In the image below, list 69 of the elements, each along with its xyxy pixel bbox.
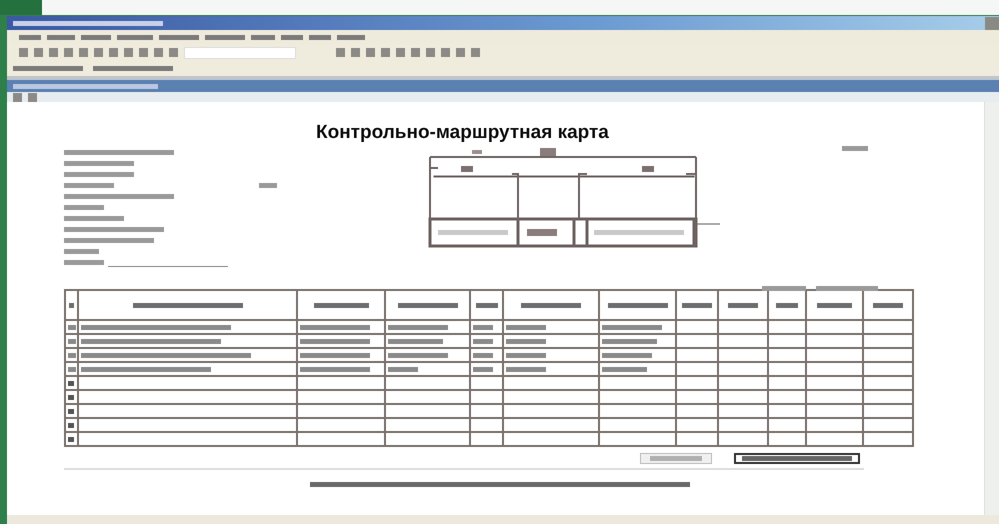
primary-button[interactable] (734, 453, 860, 464)
blurred-text (473, 324, 493, 330)
blurred-text (281, 34, 303, 40)
blurred-text (68, 324, 76, 330)
blurred-text (506, 324, 546, 330)
blurred-text (602, 366, 647, 372)
blurred-text (64, 249, 99, 254)
blurred-text (64, 183, 114, 188)
blurred-text (473, 352, 493, 358)
blurred-text (314, 302, 368, 308)
blurred-text (506, 338, 546, 344)
blurred-text (68, 394, 74, 400)
input-field[interactable] (184, 46, 296, 58)
blurred-text (388, 366, 418, 372)
blurred-text (608, 302, 668, 308)
dialog-button[interactable] (640, 453, 712, 464)
blurred-text (69, 302, 74, 308)
blurred-text (521, 302, 581, 308)
blurred-text (81, 34, 111, 40)
blurred-text (205, 34, 245, 40)
blurred-text (873, 302, 903, 308)
blurred-text (117, 34, 153, 40)
blurred-text (68, 366, 76, 372)
blurred-text (388, 338, 443, 344)
blurred-text (13, 66, 83, 71)
blurred-text (68, 436, 74, 442)
blurred-text (817, 302, 852, 308)
blurred-text (68, 352, 76, 358)
blurred-text (388, 324, 448, 330)
blurred-text (473, 338, 493, 344)
blurred-text (251, 34, 275, 40)
blurred-text (776, 302, 798, 308)
blurred-text (159, 34, 199, 40)
blurred-text (68, 408, 74, 414)
blurred-text (473, 366, 493, 372)
blurred-text (476, 302, 498, 308)
document-title: Контрольно-маршрутная карта (316, 122, 610, 144)
blurred-text (68, 380, 74, 386)
blurred-text (300, 338, 370, 344)
blurred-text (64, 260, 104, 266)
blurred-text (398, 302, 458, 308)
blurred-text (300, 352, 370, 358)
blurred-text (602, 338, 657, 344)
blurred-text (337, 34, 365, 40)
blurred-text (506, 352, 546, 358)
blurred-text (728, 302, 758, 308)
blurred-text (602, 324, 662, 330)
blurred-text (300, 366, 370, 372)
blurred-text (650, 456, 702, 461)
blurred-text (300, 324, 370, 330)
blurred-text (682, 302, 712, 308)
blurred-text (388, 352, 448, 358)
blurred-text (602, 352, 652, 358)
blurred-text (64, 216, 124, 222)
blurred-text (68, 338, 76, 344)
blurred-text (842, 146, 868, 152)
scrollbar[interactable] (984, 102, 999, 515)
blurred-text (64, 161, 134, 166)
blurred-text (64, 205, 104, 210)
corner-block (0, 0, 42, 15)
blurred-text (816, 286, 878, 291)
blurred-text (259, 183, 277, 188)
blurred-text (762, 286, 806, 291)
blurred-text (19, 34, 41, 40)
blurred-text (68, 422, 74, 428)
blurred-text (47, 34, 75, 40)
blurred-text (64, 172, 134, 178)
blurred-text (506, 366, 546, 372)
blurred-text (309, 34, 331, 40)
